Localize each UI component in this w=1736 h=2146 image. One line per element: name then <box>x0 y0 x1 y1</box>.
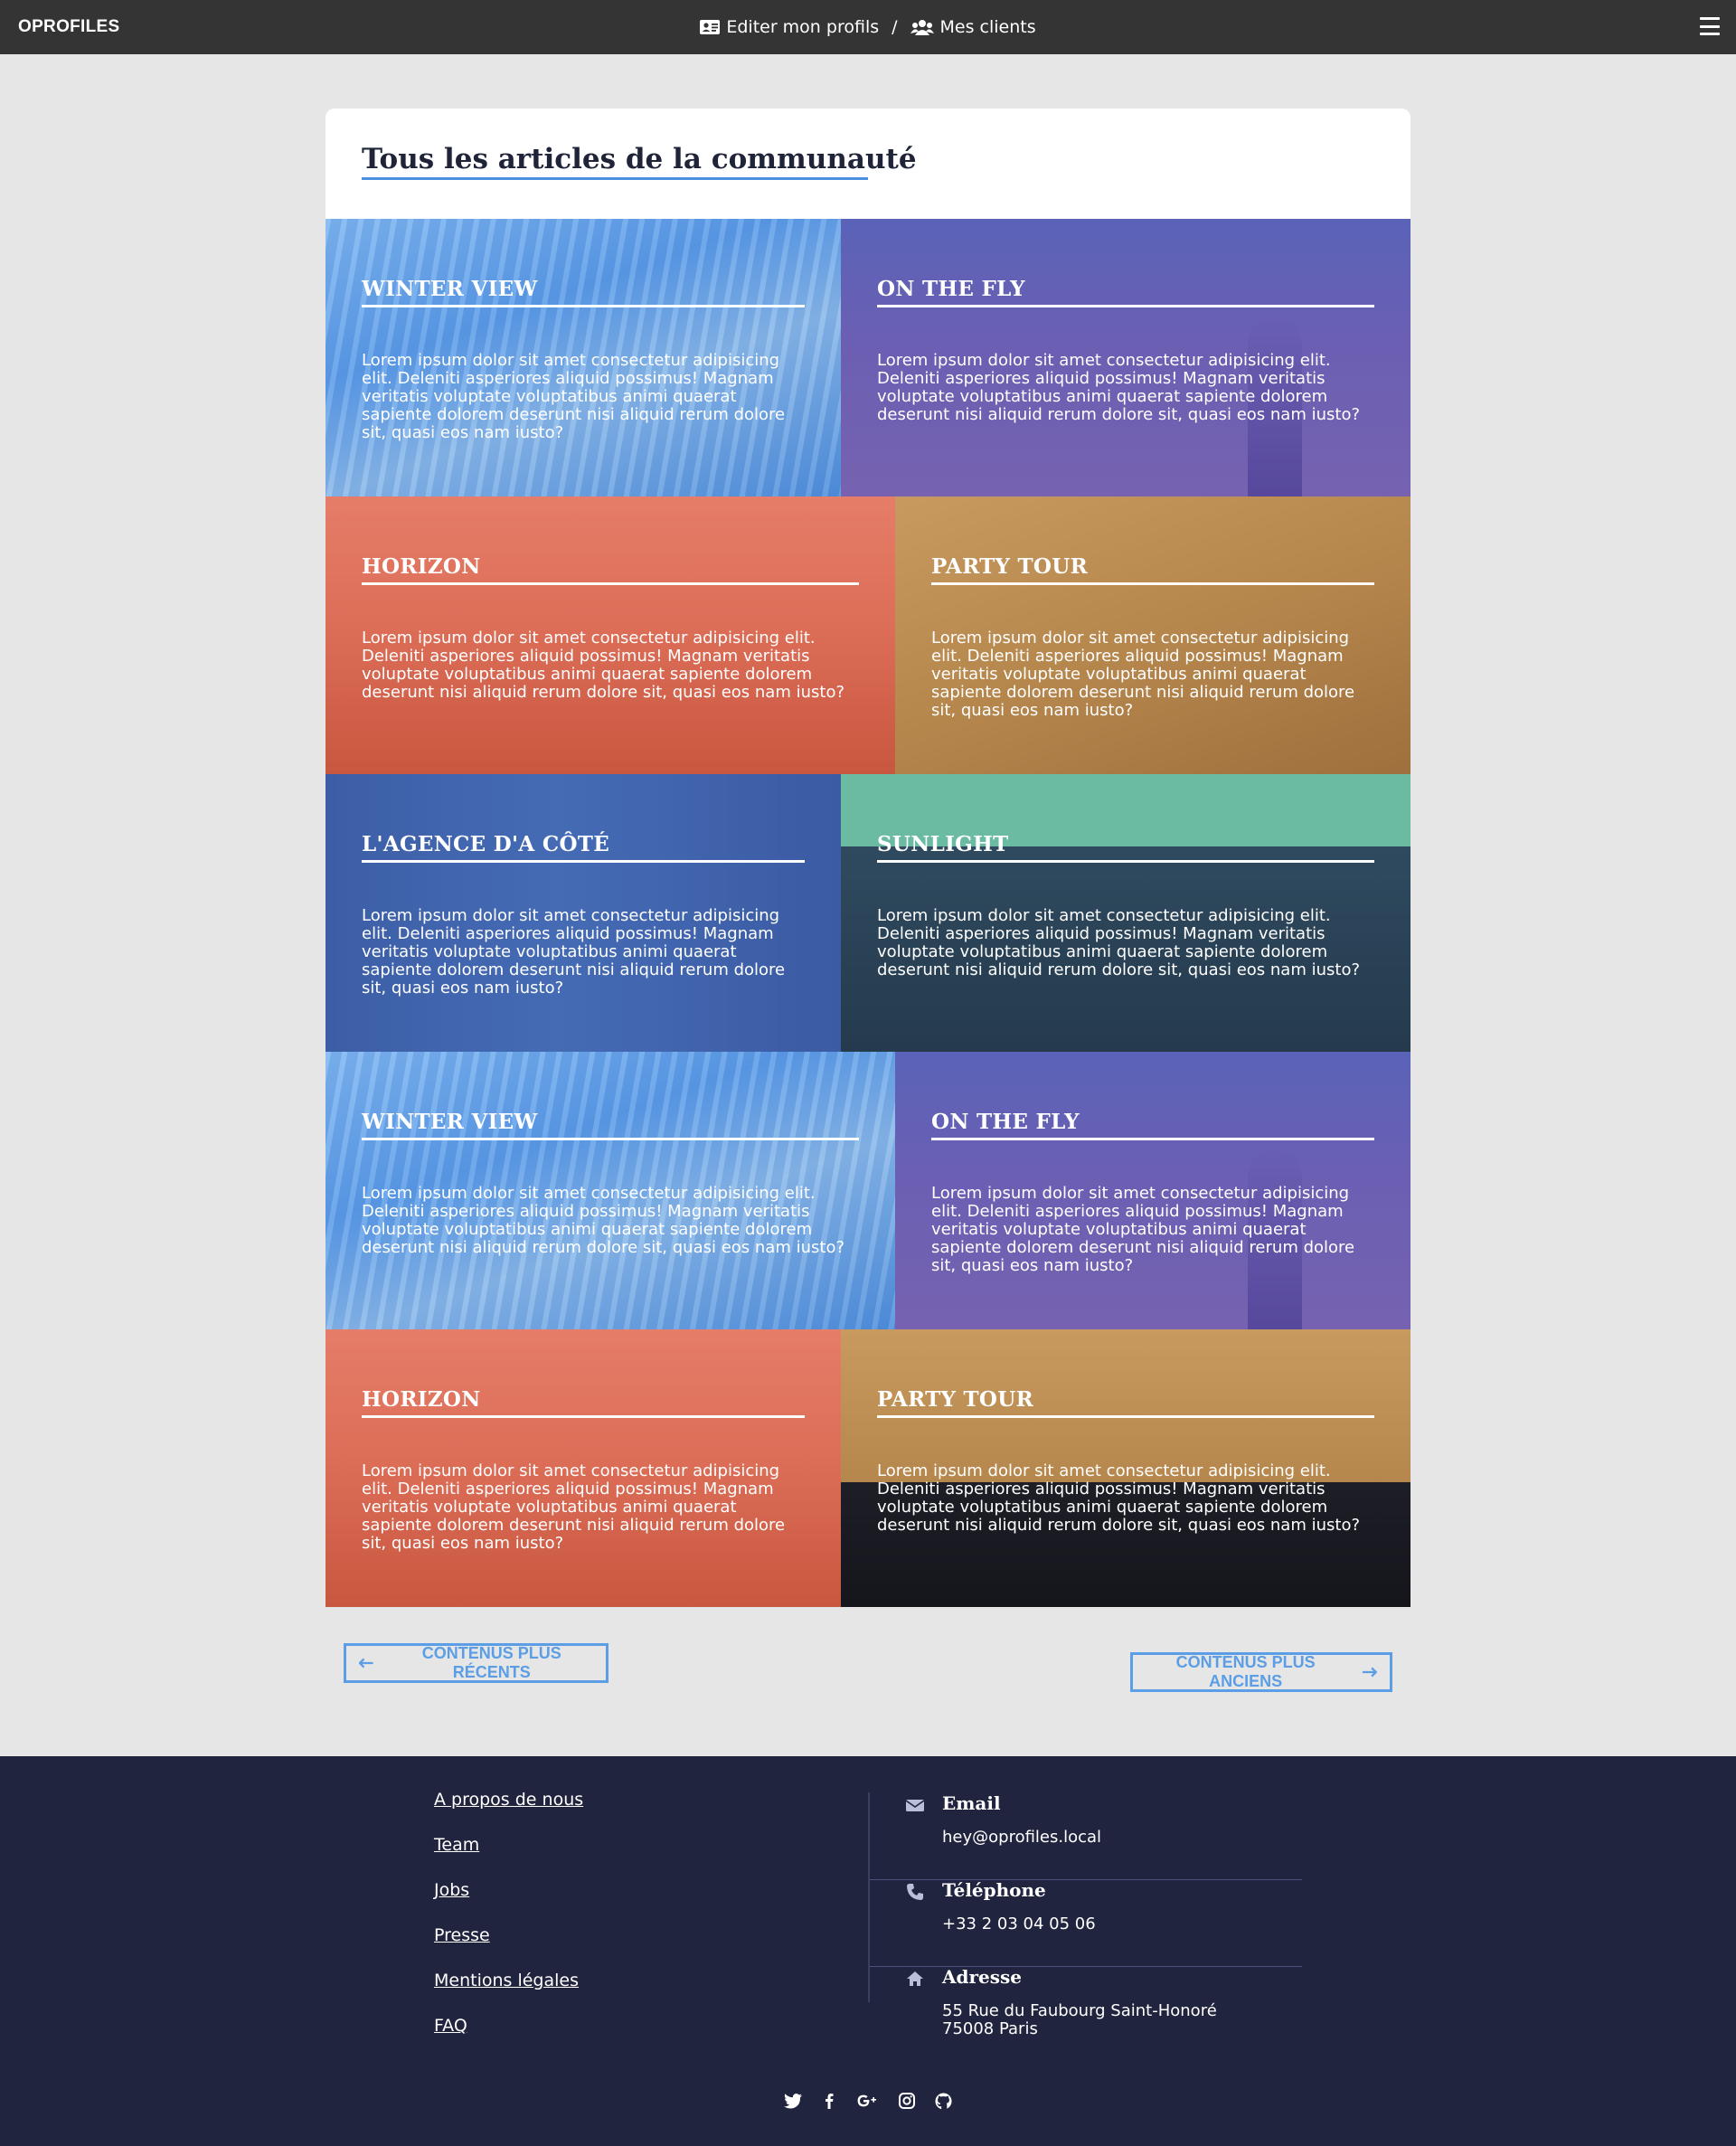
article-title: PARTY TOUR <box>877 1387 1034 1412</box>
google-plus-icon[interactable] <box>855 2091 881 2111</box>
article-title-underline <box>877 1415 1374 1418</box>
article-title-underline <box>877 860 1374 863</box>
article-title: HORIZON <box>362 554 481 579</box>
users-icon <box>910 20 934 35</box>
hamburger-icon[interactable] <box>1700 17 1720 35</box>
article-excerpt: Lorem ipsum dolor sit amet consectetur a… <box>362 629 845 702</box>
article-title: PARTY TOUR <box>931 554 1089 579</box>
article-excerpt: Lorem ipsum dolor sit amet consectetur a… <box>877 906 1361 979</box>
address-value: 55 Rue du Faubourg Saint-Honoré 75008 Pa… <box>942 2002 1217 2038</box>
older-content-button[interactable]: CONTENUS PLUS ANCIENS <box>1130 1652 1392 1692</box>
article-title: WINTER VIEW <box>362 277 538 301</box>
github-icon[interactable] <box>933 2091 953 2111</box>
articles-grid: WINTER VIEW Lorem ipsum dolor sit amet c… <box>326 219 1410 1607</box>
article-card[interactable]: WINTER VIEW Lorem ipsum dolor sit amet c… <box>326 219 841 496</box>
email-label: Email <box>942 1792 1001 1814</box>
articles-row: HORIZON Lorem ipsum dolor sit amet conse… <box>326 1329 1410 1607</box>
footer-links: A propos de nous Team Jobs Presse Mentio… <box>434 1791 583 2062</box>
article-title: WINTER VIEW <box>362 1110 538 1134</box>
article-card[interactable]: SUNLIGHT Lorem ipsum dolor sit amet cons… <box>841 774 1410 1052</box>
older-content-label: CONTENUS PLUS ANCIENS <box>1175 1653 1316 1690</box>
article-excerpt: Lorem ipsum dolor sit amet consectetur a… <box>362 1461 786 1553</box>
article-excerpt: Lorem ipsum dolor sit amet consectetur a… <box>362 1184 845 1257</box>
article-card[interactable]: WINTER VIEW Lorem ipsum dolor sit amet c… <box>326 1052 895 1329</box>
page-title: Tous les articles de la communauté <box>362 143 917 175</box>
nav-link-clients[interactable]: Mes clients <box>910 17 1036 37</box>
arrow-left-icon <box>359 1658 373 1669</box>
id-card-icon <box>700 20 721 34</box>
arrow-right-icon <box>1363 1667 1377 1678</box>
card-header: Tous les articles de la communauté <box>326 109 1410 219</box>
contact-phone: Téléphone +33 2 03 04 05 06 <box>870 1879 1302 1967</box>
article-title: SUNLIGHT <box>877 832 1009 856</box>
article-excerpt: Lorem ipsum dolor sit amet consectetur a… <box>877 1461 1361 1535</box>
article-card[interactable]: PARTY TOUR Lorem ipsum dolor sit amet co… <box>841 1329 1410 1607</box>
nav-link-edit-profile-label: Editer mon profils <box>726 17 880 37</box>
newer-content-label: CONTENUS PLUS RÉCENTS <box>421 1644 561 1681</box>
article-excerpt: Lorem ipsum dolor sit amet consectetur a… <box>931 1184 1355 1275</box>
article-title: ON THE FLY <box>931 1110 1080 1134</box>
nav-link-clients-label: Mes clients <box>939 17 1036 37</box>
footer-link-about[interactable]: A propos de nous <box>434 1791 583 1836</box>
facebook-icon[interactable] <box>819 2091 839 2111</box>
articles-card: Tous les articles de la communauté <box>326 109 1410 219</box>
article-title-underline <box>931 1138 1374 1140</box>
articles-row: WINTER VIEW Lorem ipsum dolor sit amet c… <box>326 1052 1410 1329</box>
articles-row: WINTER VIEW Lorem ipsum dolor sit amet c… <box>326 219 1410 496</box>
contact-address: Adresse 55 Rue du Faubourg Saint-Honoré … <box>870 1966 1302 2075</box>
footer-link-jobs[interactable]: Jobs <box>434 1881 583 1926</box>
article-card[interactable]: ON THE FLY Lorem ipsum dolor sit amet co… <box>895 1052 1410 1329</box>
articles-row: L'AGENCE D'A CÔTÉ Lorem ipsum dolor sit … <box>326 774 1410 1052</box>
twitter-icon[interactable] <box>783 2091 803 2111</box>
article-excerpt: Lorem ipsum dolor sit amet consectetur a… <box>931 629 1355 720</box>
article-title-underline <box>362 860 805 863</box>
footer-link-press[interactable]: Presse <box>434 1926 583 1971</box>
article-title-underline <box>877 305 1374 307</box>
top-navbar: OPROFILES Editer mon profils / Mes clien… <box>0 0 1736 54</box>
article-card[interactable]: HORIZON Lorem ipsum dolor sit amet conse… <box>326 1329 841 1607</box>
article-title-underline <box>931 582 1374 585</box>
article-card[interactable]: L'AGENCE D'A CÔTÉ Lorem ipsum dolor sit … <box>326 774 841 1052</box>
articles-row: HORIZON Lorem ipsum dolor sit amet conse… <box>326 496 1410 774</box>
phone-label: Téléphone <box>942 1879 1046 1901</box>
address-label: Adresse <box>942 1966 1023 1988</box>
address-line-1: 55 Rue du Faubourg Saint-Honoré <box>942 2001 1217 2020</box>
footer-link-faq[interactable]: FAQ <box>434 2017 583 2062</box>
article-card[interactable]: PARTY TOUR Lorem ipsum dolor sit amet co… <box>895 496 1410 774</box>
article-excerpt: Lorem ipsum dolor sit amet consectetur a… <box>362 906 786 997</box>
nav-links: Editer mon profils / Mes clients <box>0 0 1736 54</box>
article-excerpt: Lorem ipsum dolor sit amet consectetur a… <box>362 351 786 442</box>
article-title-underline <box>362 305 805 307</box>
phone-value[interactable]: +33 2 03 04 05 06 <box>942 1915 1096 1933</box>
article-title: HORIZON <box>362 1387 481 1412</box>
email-value[interactable]: hey@oprofiles.local <box>942 1829 1101 1847</box>
instagram-icon[interactable] <box>897 2091 917 2111</box>
nav-separator: / <box>892 17 898 37</box>
article-card[interactable]: HORIZON Lorem ipsum dolor sit amet conse… <box>326 496 895 774</box>
newer-content-button[interactable]: CONTENUS PLUS RÉCENTS <box>344 1643 609 1683</box>
article-title-underline <box>362 1415 805 1418</box>
nav-link-edit-profile[interactable]: Editer mon profils <box>700 17 879 37</box>
article-excerpt: Lorem ipsum dolor sit amet consectetur a… <box>877 351 1361 424</box>
address-line-2: 75008 Paris <box>942 2019 1038 2038</box>
article-title-underline <box>362 582 859 585</box>
phone-icon <box>907 1884 923 1900</box>
social-links <box>0 2091 1736 2111</box>
contact-email: Email hey@oprofiles.local <box>870 1792 1302 1880</box>
footer: A propos de nous Team Jobs Presse Mentio… <box>0 1756 1736 2146</box>
envelope-icon <box>906 1800 924 1811</box>
home-icon <box>907 1971 923 1986</box>
article-card[interactable]: ON THE FLY Lorem ipsum dolor sit amet co… <box>841 219 1410 496</box>
title-underline <box>362 177 868 180</box>
footer-link-team[interactable]: Team <box>434 1836 583 1881</box>
footer-link-legal[interactable]: Mentions légales <box>434 1971 583 2017</box>
article-title: L'AGENCE D'A CÔTÉ <box>362 832 610 856</box>
article-title-underline <box>362 1138 859 1140</box>
article-title: ON THE FLY <box>877 277 1025 301</box>
